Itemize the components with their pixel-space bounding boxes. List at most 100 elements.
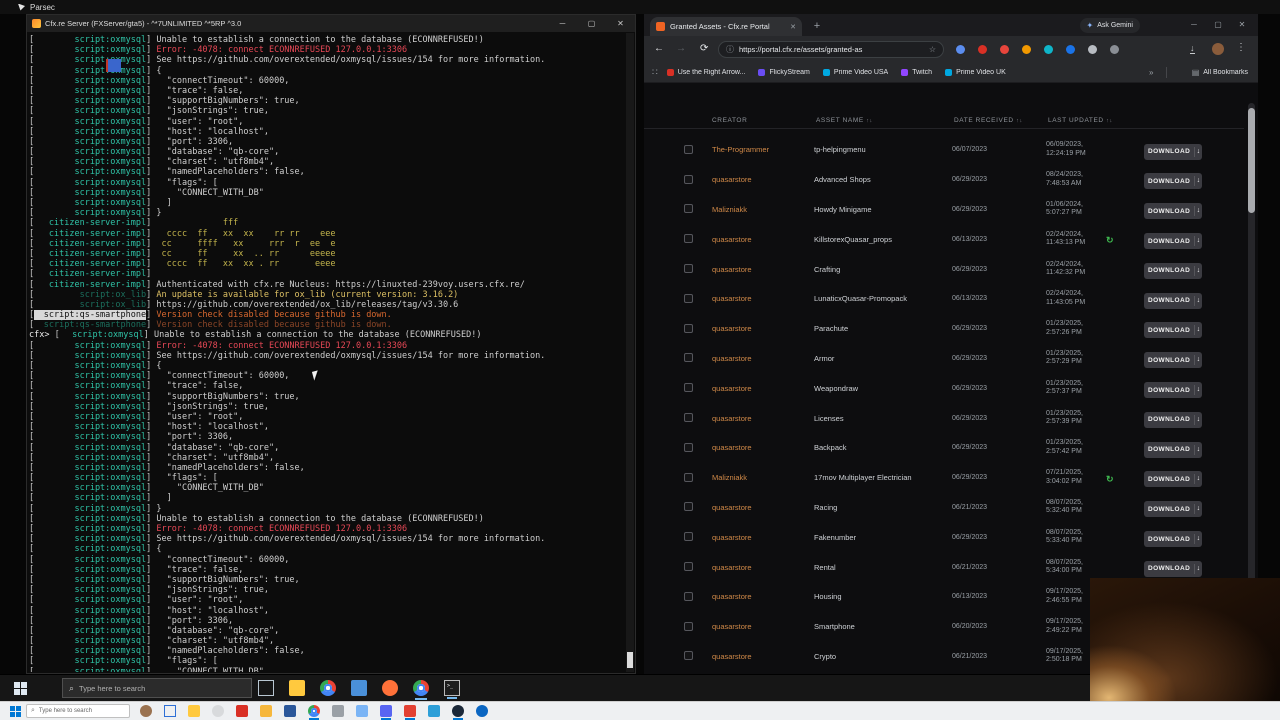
creator-link[interactable]: quasarstore	[702, 622, 806, 631]
word-icon[interactable]	[284, 705, 296, 717]
sort-icon[interactable]: ↑↓	[1016, 118, 1023, 124]
browser-minimize-icon[interactable]: ─	[1182, 17, 1206, 33]
download-button[interactable]: DOWNLOAD ↓	[1144, 173, 1202, 190]
download-button[interactable]: DOWNLOAD ↓	[1144, 560, 1202, 577]
creator-link[interactable]: quasarstore	[702, 563, 806, 572]
row-checkbox[interactable]	[684, 562, 693, 572]
extension-icon[interactable]	[1022, 45, 1031, 54]
download-button[interactable]: DOWNLOAD ↓	[1144, 203, 1202, 220]
row-checkbox[interactable]	[684, 204, 693, 214]
start-button[interactable]	[14, 682, 27, 695]
minimize-icon[interactable]: ─	[548, 15, 577, 32]
creator-link[interactable]: The-Programmer	[702, 145, 806, 154]
row-checkbox[interactable]	[684, 442, 693, 452]
console-titlebar[interactable]: Cfx.re Server (FXServer/gta5) - ^*7UNLIM…	[27, 15, 635, 32]
creator-link[interactable]: quasarstore	[702, 503, 806, 512]
local-start-button[interactable]	[10, 706, 21, 717]
row-checkbox[interactable]	[684, 264, 693, 274]
column-header[interactable]: ASSET NAME ↑↓	[806, 117, 944, 124]
remote-search-box[interactable]: ⌕ Type here to search	[62, 678, 252, 698]
row-checkbox[interactable]	[684, 353, 693, 363]
address-bar[interactable]: ⓘ https://portal.cfx.re/assets/granted-a…	[718, 41, 944, 58]
row-checkbox[interactable]	[684, 174, 693, 184]
pdf-icon[interactable]	[236, 705, 248, 717]
close-icon[interactable]: ✕	[606, 15, 635, 32]
photos-icon[interactable]	[351, 680, 367, 696]
creator-link[interactable]: quasarstore	[702, 354, 806, 363]
bookmark-star-icon[interactable]: ☆	[929, 45, 936, 54]
row-checkbox[interactable]	[684, 323, 693, 333]
creator-link[interactable]: quasarstore	[702, 414, 806, 423]
sort-icon[interactable]: ↑↓	[1106, 118, 1113, 124]
row-checkbox[interactable]	[684, 502, 693, 512]
bookmark-item[interactable]: Use the Right Arrow...	[666, 69, 745, 76]
console-scrollbar-thumb[interactable]	[627, 652, 633, 668]
chrome-icon[interactable]	[320, 680, 336, 696]
download-button[interactable]: DOWNLOAD ↓	[1144, 441, 1202, 458]
row-checkbox[interactable]	[684, 651, 693, 661]
download-button[interactable]: DOWNLOAD ↓	[1144, 322, 1202, 339]
forward-icon[interactable]: →	[676, 43, 686, 54]
user-avatar-icon[interactable]	[140, 705, 152, 717]
row-checkbox[interactable]	[684, 472, 693, 482]
extension-icon[interactable]	[978, 45, 987, 54]
bookmark-item[interactable]: FlickyStream	[758, 69, 810, 76]
browser-close-icon[interactable]: ✕	[1230, 17, 1254, 33]
local-search-box[interactable]: ⌕ Type here to search	[26, 704, 130, 718]
ask-gemini-button[interactable]: ✦ Ask Gemini	[1079, 18, 1140, 33]
browser-tab[interactable]: Granted Assets - Cfx.re Portal ✕	[650, 17, 802, 36]
creator-link[interactable]: Malizniakk	[702, 473, 806, 482]
page-scrollbar-thumb[interactable]	[1248, 108, 1255, 213]
download-button[interactable]: DOWNLOAD ↓	[1144, 143, 1202, 160]
creator-link[interactable]: quasarstore	[702, 265, 806, 274]
row-checkbox[interactable]	[684, 234, 693, 244]
download-button[interactable]: DOWNLOAD ↓	[1144, 352, 1202, 369]
site-info-icon[interactable]: ⓘ	[726, 44, 734, 55]
vscode-icon[interactable]	[428, 705, 440, 717]
bookmark-item[interactable]: Twitch	[901, 69, 932, 76]
row-checkbox[interactable]	[684, 144, 693, 154]
bookmark-item[interactable]: Prime Video USA	[822, 69, 888, 76]
edge-icon[interactable]	[476, 705, 488, 717]
extension-icon[interactable]	[1000, 45, 1009, 54]
row-checkbox[interactable]	[684, 383, 693, 393]
creator-link[interactable]: quasarstore	[702, 235, 806, 244]
sort-icon[interactable]: ↑↓	[866, 118, 873, 124]
chrome-icon[interactable]	[308, 705, 320, 720]
task-view-icon[interactable]	[164, 705, 176, 717]
creator-link[interactable]: quasarstore	[702, 443, 806, 452]
row-checkbox[interactable]	[684, 413, 693, 423]
creator-link[interactable]: quasarstore	[702, 533, 806, 542]
extension-icon[interactable]	[1066, 45, 1075, 54]
url-text[interactable]: https://portal.cfx.re/assets/granted-as	[739, 45, 924, 54]
file-explorer-icon[interactable]	[188, 705, 200, 717]
browser-maximize-icon[interactable]: ▢	[1206, 17, 1230, 33]
column-header[interactable]: LAST UPDATED ↑↓	[1038, 117, 1112, 124]
downloads-icon[interactable]: ↓	[1190, 43, 1195, 54]
download-button[interactable]: DOWNLOAD ↓	[1144, 233, 1202, 250]
row-checkbox[interactable]	[684, 293, 693, 303]
download-button[interactable]: DOWNLOAD ↓	[1144, 262, 1202, 279]
column-header[interactable]: CREATOR	[702, 117, 806, 124]
row-checkbox[interactable]	[684, 621, 693, 631]
download-button[interactable]: DOWNLOAD ↓	[1144, 411, 1202, 428]
new-tab-button[interactable]: +	[810, 19, 824, 33]
bookmark-item[interactable]: Prime Video UK	[945, 69, 1006, 76]
download-button[interactable]: DOWNLOAD ↓	[1144, 292, 1202, 309]
extension-icon[interactable]	[1044, 45, 1053, 54]
creator-link[interactable]: quasarstore	[702, 175, 806, 184]
creator-link[interactable]: quasarstore	[702, 652, 806, 661]
apps-grid-icon[interactable]: ∷	[652, 67, 659, 78]
download-button[interactable]: DOWNLOAD ↓	[1144, 382, 1202, 399]
chrome-profile-icon[interactable]	[413, 680, 429, 700]
creator-link[interactable]: quasarstore	[702, 592, 806, 601]
bookmarks-overflow-icon[interactable]: »	[1149, 68, 1153, 77]
all-bookmarks-button[interactable]: ▤ All Bookmarks	[1192, 68, 1248, 77]
back-icon[interactable]: ←	[654, 43, 664, 54]
browser-menu-icon[interactable]: ⋮	[1236, 42, 1246, 53]
extension-icon[interactable]	[1088, 45, 1097, 54]
extension-icon[interactable]	[956, 45, 965, 54]
profile-avatar[interactable]	[1212, 43, 1224, 55]
installer-icon[interactable]	[404, 705, 416, 720]
console-scrollbar[interactable]	[626, 33, 634, 672]
